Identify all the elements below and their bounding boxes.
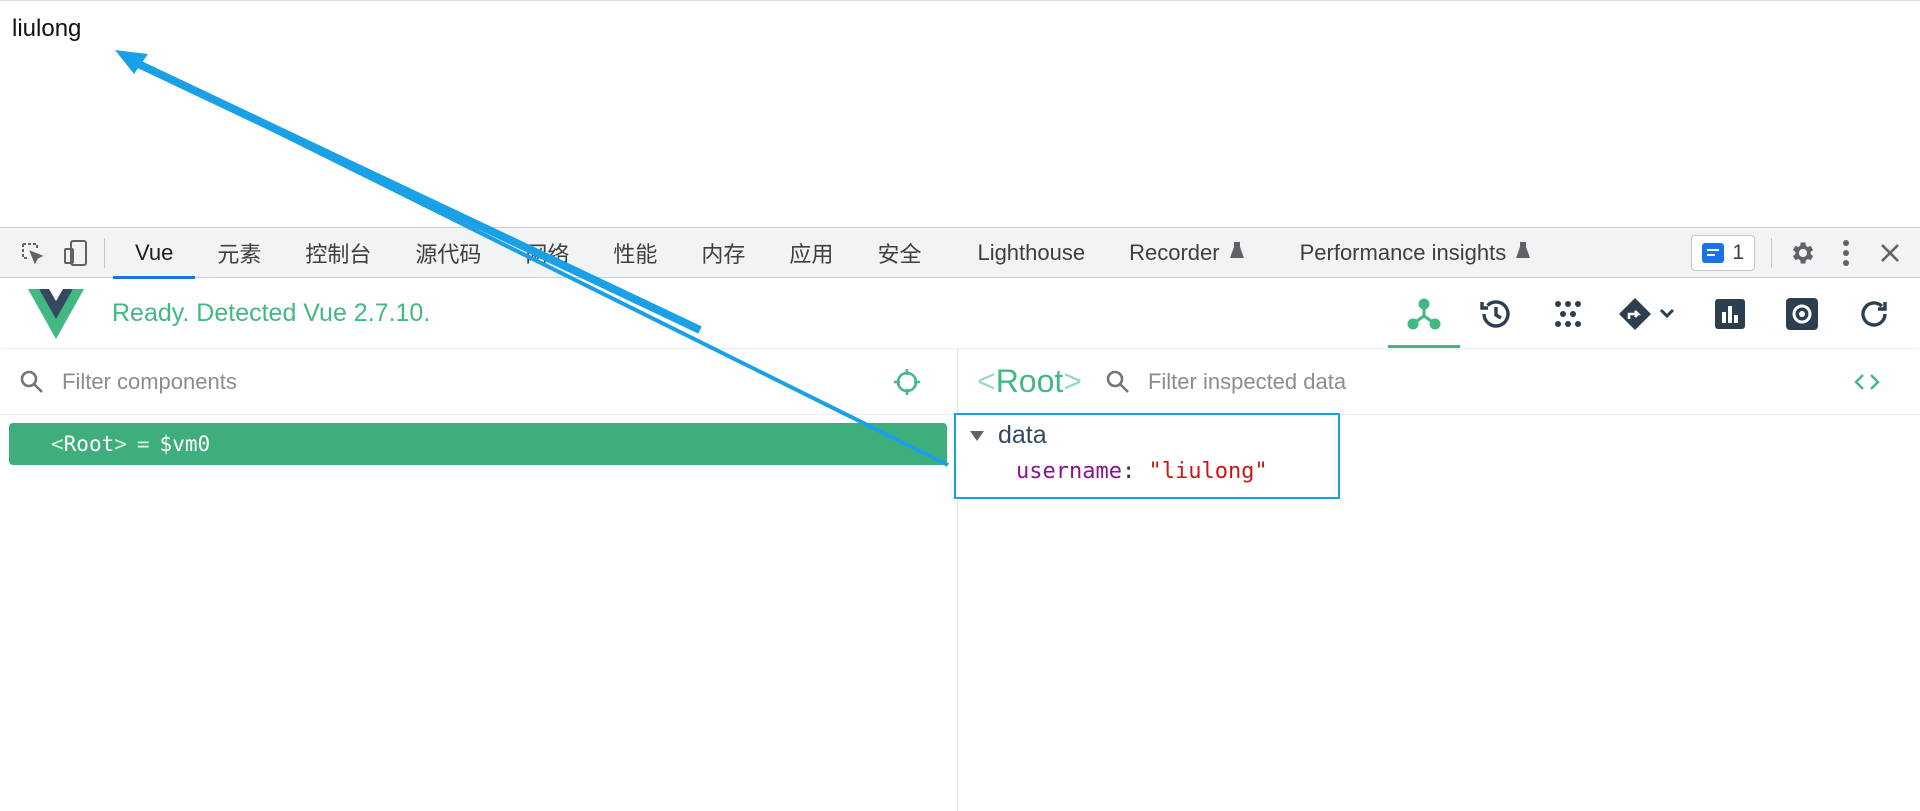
vue-toolbar	[1388, 279, 1910, 348]
vue-status-text: Ready. Detected Vue 2.7.10.	[112, 299, 431, 327]
tab-sources[interactable]: 源代码	[393, 228, 503, 278]
tab-security[interactable]: 安全	[855, 228, 943, 278]
tab-application[interactable]: 应用	[767, 228, 855, 278]
caret-down-icon	[970, 430, 984, 441]
property-value: "liulong"	[1148, 459, 1268, 484]
gear-icon[interactable]	[1780, 228, 1824, 278]
devtools-right-controls: 1	[1691, 228, 1920, 278]
page-username-text: liulong	[12, 15, 82, 42]
issues-button[interactable]: 1	[1691, 234, 1755, 271]
tab-console[interactable]: 控制台	[283, 228, 393, 278]
more-options-icon[interactable]	[1824, 228, 1868, 278]
page-viewport: liulong	[0, 0, 1920, 227]
vue-logo-icon	[28, 288, 84, 339]
refresh-icon[interactable]	[1838, 279, 1910, 348]
toolbar-divider	[1771, 237, 1772, 268]
tab-performance-insights[interactable]: Performance insights	[1278, 228, 1553, 278]
experiment-flask-icon	[1229, 241, 1244, 264]
tab-recorder[interactable]: Recorder	[1107, 228, 1265, 278]
performance-icon[interactable]	[1694, 279, 1766, 348]
component-filter-bar	[0, 349, 957, 415]
tab-memory[interactable]: 内存	[679, 228, 767, 278]
plugins-icon[interactable]	[1532, 279, 1604, 348]
device-toolbar-icon[interactable]	[54, 228, 98, 278]
vm-reference: $vm0	[159, 432, 211, 456]
settings-icon[interactable]	[1766, 279, 1838, 348]
property-key: username	[1016, 459, 1122, 484]
tab-performance[interactable]: 性能	[591, 228, 679, 278]
filter-components-input[interactable]	[60, 367, 760, 396]
tab-lighthouse[interactable]: Lighthouse	[955, 228, 1107, 278]
message-icon	[1702, 242, 1725, 263]
tag-close-bracket: >	[114, 432, 127, 456]
tag-open-bracket: <	[51, 432, 64, 456]
tab-elements[interactable]: 元素	[195, 228, 283, 278]
search-icon	[1106, 370, 1129, 393]
tab-network[interactable]: 网络	[503, 228, 591, 278]
toolbar-divider	[104, 237, 105, 268]
filter-inspected-data-input[interactable]	[1145, 367, 1666, 396]
highlighted-data-section: data username: "liulong"	[954, 413, 1340, 499]
inspector-header: <Root>	[959, 349, 1920, 415]
vue-devtools-header: Ready. Detected Vue 2.7.10.	[0, 279, 1920, 348]
experiment-flask-icon	[1516, 241, 1531, 264]
component-name: Root	[63, 432, 115, 456]
property-colon: :	[1121, 459, 1136, 484]
data-section-toggle[interactable]: data	[970, 421, 1047, 450]
routing-icon[interactable]	[1604, 279, 1694, 348]
inspector-pane: <Root> data username: "liulong"	[954, 349, 1920, 811]
component-tree-item-root[interactable]: < Root > = $vm0	[9, 423, 947, 465]
inspect-element-icon[interactable]	[10, 228, 54, 278]
open-in-editor-code-icon[interactable]	[1854, 371, 1880, 399]
inspected-component-title: <Root>	[977, 363, 1082, 399]
issues-count: 1	[1732, 240, 1744, 264]
tab-vue[interactable]: Vue	[113, 228, 196, 279]
close-icon[interactable]	[1868, 228, 1912, 278]
equals-sign: =	[136, 432, 150, 456]
search-icon	[20, 370, 43, 393]
timeline-icon[interactable]	[1460, 279, 1532, 348]
data-section-label: data	[998, 421, 1047, 449]
components-pane: < Root > = $vm0	[0, 349, 958, 811]
data-property-row[interactable]: username: "liulong"	[1016, 459, 1268, 484]
devtools-tab-bar: Vue 元素 控制台 源代码 网络 性能 内存 应用 安全 Lighthouse…	[0, 227, 1920, 279]
components-icon[interactable]	[1388, 279, 1460, 348]
select-component-target-icon[interactable]	[893, 368, 921, 396]
